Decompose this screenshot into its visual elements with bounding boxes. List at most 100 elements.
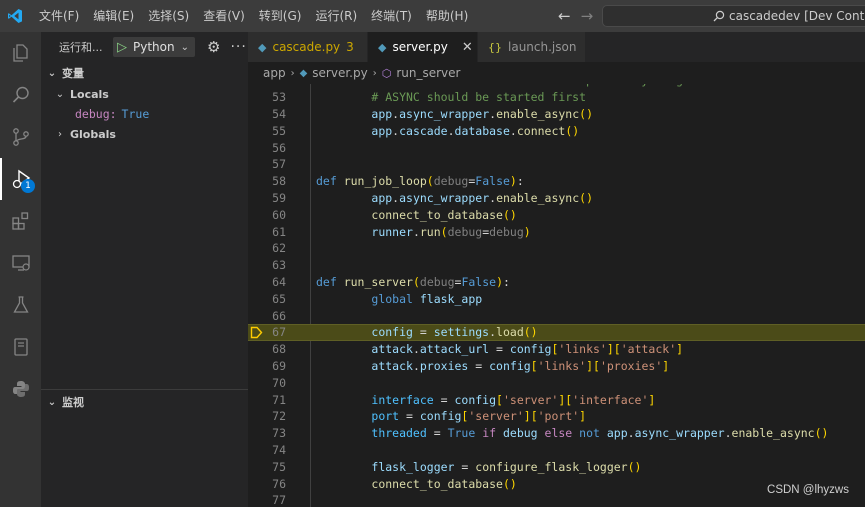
tab-cascade-py[interactable]: ◆ cascade.py 3 [248, 32, 368, 62]
gear-icon[interactable]: ⚙ [207, 38, 220, 56]
current-execution-arrow-icon[interactable] [250, 326, 263, 339]
containers-icon[interactable] [0, 326, 41, 368]
globals-scope[interactable]: › Globals [41, 124, 248, 144]
menu-edit[interactable]: 编辑(E) [86, 0, 141, 32]
code-token: [ [613, 342, 621, 357]
code-line[interactable]: 58 def run_job_loop(debug=False): [248, 173, 865, 190]
breadcrumb-file[interactable]: server.py [312, 66, 367, 80]
search-icon[interactable] [0, 74, 41, 116]
chevron-right-icon: › [58, 128, 62, 140]
code-token: attack [371, 358, 413, 373]
code-line[interactable]: 56 [248, 139, 865, 156]
code-line[interactable]: 62 [248, 240, 865, 257]
code-line[interactable]: 59 app.async_wrapper.enable_async() [248, 190, 865, 207]
start-debugging-icon[interactable]: ▷ [117, 40, 127, 55]
menu-selection[interactable]: 选择(S) [141, 0, 196, 32]
more-actions-icon[interactable]: ··· [230, 39, 246, 55]
code-line[interactable]: 65 global flask_app [248, 290, 865, 307]
extensions-icon[interactable] [0, 200, 41, 242]
run-debug-icon[interactable]: 1 [0, 158, 41, 200]
code-token: ] [662, 358, 670, 373]
code-token: . [412, 224, 420, 239]
tab-launch-json[interactable]: {} launch.json [478, 32, 586, 62]
menu-view[interactable]: 查看(V) [196, 0, 252, 32]
code-line[interactable]: 70 [248, 374, 865, 391]
tab-server-py[interactable]: ◆ server.py ✕ [368, 32, 478, 62]
variable-row[interactable]: debug: True [41, 104, 248, 124]
code-token: if [482, 426, 503, 441]
menu-help[interactable]: 帮助(H) [419, 0, 475, 32]
code-line[interactable]: 54 app.async_wrapper.enable_async() [248, 106, 865, 123]
code-token: . [627, 426, 635, 441]
source-control-icon[interactable] [0, 116, 41, 158]
testing-icon[interactable] [0, 284, 41, 326]
code-token: ] [586, 358, 594, 373]
menu-file[interactable]: 文件(F) [32, 0, 86, 32]
code-line[interactable]: 63 [248, 257, 865, 274]
code-line[interactable]: 53 # ASYNC should be started first [248, 89, 865, 106]
navigation-arrows: ← → [558, 0, 593, 32]
remote-explorer-icon[interactable] [0, 242, 41, 284]
code-line[interactable]: 73 threaded = True if debug else not app… [248, 425, 865, 442]
explorer-icon[interactable] [0, 32, 41, 74]
code-line[interactable]: 57 [248, 156, 865, 173]
code-token: = [426, 426, 448, 441]
menu-run[interactable]: 运行(R) [308, 0, 364, 32]
code-token: [ [530, 409, 538, 424]
forward-arrow-icon[interactable]: → [581, 7, 594, 25]
menu-terminal[interactable]: 终端(T) [364, 0, 419, 32]
back-arrow-icon[interactable]: ← [558, 7, 571, 25]
code-line[interactable]: 71 interface = config['server']['interfa… [248, 391, 865, 408]
code-token: ] [676, 342, 684, 357]
code-line[interactable]: 60 connect_to_database() [248, 206, 865, 223]
locals-label: Locals [70, 87, 109, 101]
code-line[interactable]: 75 flask_logger = configure_flask_logger… [248, 458, 865, 475]
run-config-dropdown[interactable]: ▷ Python ⌄ [113, 37, 195, 57]
code-token: ) [509, 174, 517, 189]
code-line[interactable]: 72 port = config['server']['port'] [248, 408, 865, 425]
code-line[interactable]: 66 [248, 307, 865, 324]
close-icon[interactable]: ✕ [462, 40, 473, 55]
menu-go[interactable]: 转到(G) [252, 0, 309, 32]
code-line[interactable]: 61 runner.run(debug=debug) [248, 223, 865, 240]
watch-section-header[interactable]: ⌄ 监视 [41, 390, 248, 414]
breadcrumb-symbol[interactable]: run_server [396, 66, 460, 80]
code-editor[interactable]: 52 # Connect to the database and update … [248, 84, 865, 507]
code-token: configure_flask_logger [475, 459, 628, 474]
code-line[interactable]: 67 config = settings.load() [248, 324, 865, 341]
code-token: run [419, 224, 441, 239]
python-file-icon: ◆ [378, 40, 387, 54]
variable-name: debug: [75, 107, 117, 121]
code-line[interactable]: 64 def run_server(debug=False): [248, 274, 865, 291]
code-line[interactable]: 68 attack.attack_url = config['links']['… [248, 341, 865, 358]
python-icon[interactable] [0, 368, 41, 410]
watermark: CSDN @lhyzws [767, 484, 849, 496]
code-token: enable_async [496, 190, 580, 205]
code-token: async_wrapper [634, 426, 725, 441]
locals-scope[interactable]: ⌄ Locals [41, 84, 248, 104]
command-center-search[interactable]: cascadedev [Dev Container: li [602, 5, 865, 27]
code-text: interface = config['server']['interface'… [316, 393, 655, 407]
code-token: () [502, 207, 517, 222]
code-token: () [523, 325, 538, 340]
code-text: # Connect to the database and update any… [316, 84, 800, 87]
code-token: ( [426, 174, 434, 189]
breadcrumb-folder[interactable]: app [263, 66, 286, 80]
breadcrumb: app › ◆ server.py › ⬡ run_server [248, 62, 865, 84]
code-line[interactable]: 69 attack.proxies = config['links']['pro… [248, 358, 865, 375]
code-text: connect_to_database() [316, 207, 517, 222]
code-token: not [579, 426, 607, 441]
code-token: () [627, 459, 642, 474]
code-text: def run_job_loop(debug=False): [316, 174, 524, 188]
code-line[interactable]: 74 [248, 442, 865, 459]
code-line[interactable]: 55 app.cascade.database.connect() [248, 122, 865, 139]
variables-section-header[interactable]: ⌄ 变量 [41, 62, 248, 84]
